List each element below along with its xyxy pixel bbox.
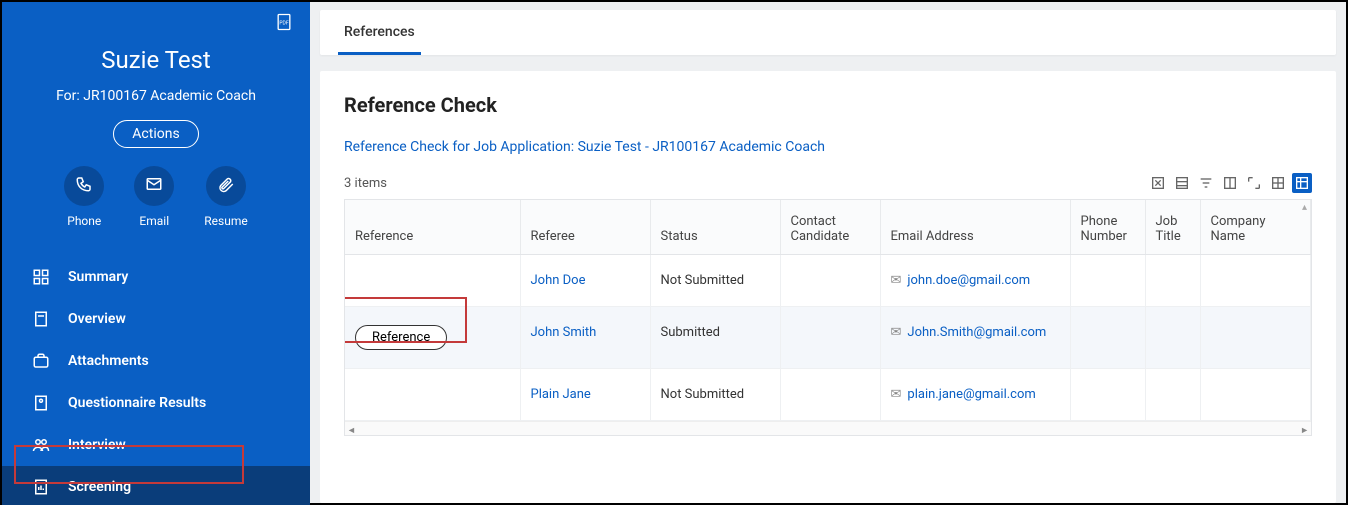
export-excel-icon[interactable] <box>1148 173 1168 193</box>
sort-indicator-icon: ▴ <box>1302 202 1307 213</box>
contact-label-resume: Resume <box>204 214 247 228</box>
attach-icon <box>217 175 235 197</box>
cell-referee[interactable]: John Smith <box>520 306 650 368</box>
sidebar: PDF Suzie Test For: JR100167 Academic Co… <box>2 2 310 503</box>
email-text: John.Smith@gmail.com <box>907 325 1046 340</box>
panel-link[interactable]: Reference Check for Job Application: Suz… <box>344 139 825 155</box>
sidebar-item-attachments[interactable]: Attachments <box>2 340 310 382</box>
email-text: plain.jane@gmail.com <box>907 387 1035 402</box>
sidebar-item-label: Overview <box>68 311 126 327</box>
col-company[interactable]: Company Name <box>1200 200 1311 254</box>
table-view-icon[interactable] <box>1292 173 1312 193</box>
col-job-title[interactable]: Job Title <box>1145 200 1200 254</box>
sidebar-item-label: Summary <box>68 269 128 285</box>
candidate-name: Suzie Test <box>2 46 310 74</box>
cell-email[interactable]: ✉ plain.jane@gmail.com <box>880 368 1070 420</box>
panel-title: Reference Check <box>344 93 1312 117</box>
cell-job-title <box>1145 368 1200 420</box>
export-pdf-icon[interactable]: PDF <box>274 12 294 36</box>
table-row: John Doe Not Submitted ✉ john.doe@gmail.c… <box>345 254 1311 306</box>
sidebar-item-label: Screening <box>68 479 131 495</box>
tab-references[interactable]: References <box>338 10 421 55</box>
tabs-bar: References <box>320 10 1336 55</box>
job-for-line: For: JR100167 Academic Coach <box>2 88 310 104</box>
actions-button[interactable]: Actions <box>113 120 198 148</box>
sidebar-item-label: Attachments <box>68 353 149 369</box>
col-phone[interactable]: Phone Number <box>1070 200 1145 254</box>
cell-reference <box>345 254 520 306</box>
cell-contact-candidate <box>780 254 880 306</box>
sidebar-item-questionnaire[interactable]: Questionnaire Results <box>2 382 310 424</box>
contact-label-email: Email <box>139 214 169 228</box>
col-status[interactable]: Status <box>650 200 780 254</box>
cell-company <box>1200 368 1311 420</box>
col-contact-candidate[interactable]: Contact Candidate <box>780 200 880 254</box>
phone-icon <box>75 175 93 197</box>
cell-company <box>1200 254 1311 306</box>
col-email[interactable]: Email Address <box>880 200 1070 254</box>
horizontal-scrollbar[interactable]: ◄ ► <box>345 421 1311 435</box>
mail-icon: ✉ <box>891 387 902 402</box>
sidebar-item-summary[interactable]: Summary <box>2 256 310 298</box>
items-count: 3 items <box>344 176 387 191</box>
cell-email[interactable]: ✉ John.Smith@gmail.com <box>880 306 1070 368</box>
main-content: References Reference Check Reference Che… <box>310 2 1346 503</box>
contact-email[interactable]: Email <box>134 166 174 228</box>
email-icon <box>145 175 163 197</box>
cell-company <box>1200 306 1311 368</box>
col-referee[interactable]: Referee <box>520 200 650 254</box>
sidebar-item-screening[interactable]: Screening <box>2 466 310 505</box>
mail-icon: ✉ <box>891 273 902 288</box>
contact-row: Phone Email Resume <box>2 166 310 228</box>
cell-phone <box>1070 306 1145 368</box>
expand-icon[interactable] <box>1244 173 1264 193</box>
document-icon <box>32 310 50 328</box>
scroll-left-icon: ◄ <box>347 425 356 436</box>
table-toolbar <box>1148 173 1312 193</box>
col-reference[interactable]: Reference <box>345 200 520 254</box>
sidebar-nav: Summary Overview Attachments Questionnai… <box>2 256 310 505</box>
cell-reference: Reference <box>345 306 520 368</box>
sidebar-item-overview[interactable]: Overview <box>2 298 310 340</box>
cell-referee[interactable]: Plain Jane <box>520 368 650 420</box>
mail-icon: ✉ <box>891 325 902 340</box>
sidebar-item-label: Interview <box>68 437 126 453</box>
people-icon <box>32 436 50 454</box>
table-row: Reference John Smith Submitted ✉ John.Smi… <box>345 306 1311 368</box>
email-text: john.doe@gmail.com <box>907 273 1030 288</box>
table-row: Plain Jane Not Submitted ✉ plain.jane@gma… <box>345 368 1311 420</box>
cell-contact-candidate <box>780 368 880 420</box>
clipboard-icon <box>32 394 50 412</box>
dashboard-icon <box>32 268 50 286</box>
contact-phone[interactable]: Phone <box>64 166 104 228</box>
cell-email[interactable]: ✉ john.doe@gmail.com <box>880 254 1070 306</box>
sidebar-item-label: Questionnaire Results <box>68 395 206 411</box>
worksheet-icon[interactable] <box>1172 173 1192 193</box>
cell-job-title <box>1145 306 1200 368</box>
cell-phone <box>1070 254 1145 306</box>
cell-status: Submitted <box>650 306 780 368</box>
columns-icon[interactable] <box>1220 173 1240 193</box>
sidebar-item-interview[interactable]: Interview <box>2 424 310 466</box>
contact-label-phone: Phone <box>67 214 101 228</box>
scroll-right-icon: ► <box>1300 425 1309 436</box>
panel: Reference Check Reference Check for Job … <box>320 71 1336 503</box>
filter-icon[interactable] <box>1196 173 1216 193</box>
cell-status: Not Submitted <box>650 254 780 306</box>
cell-phone <box>1070 368 1145 420</box>
cell-job-title <box>1145 254 1200 306</box>
cell-referee[interactable]: John Doe <box>520 254 650 306</box>
cell-reference <box>345 368 520 420</box>
grid-view-icon[interactable] <box>1268 173 1288 193</box>
cell-contact-candidate <box>780 306 880 368</box>
report-icon <box>32 478 50 496</box>
table-wrap: ▴ Reference Referee Status Contact Candi… <box>344 199 1312 436</box>
contact-resume[interactable]: Resume <box>204 166 247 228</box>
cell-status: Not Submitted <box>650 368 780 420</box>
svg-text:PDF: PDF <box>279 21 288 27</box>
open-reference-button[interactable]: Reference <box>355 325 447 350</box>
references-table: Reference Referee Status Contact Candida… <box>345 200 1311 421</box>
briefcase-icon <box>32 352 50 370</box>
